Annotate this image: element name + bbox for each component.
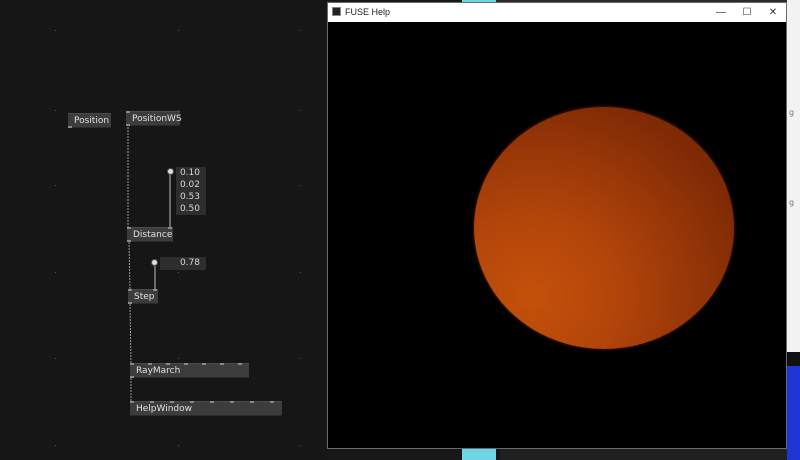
node-distance-label: Distance bbox=[133, 230, 173, 240]
patch-editor-canvas[interactable]: Position PositionWS 0.10 0.02 0.53 0.50 … bbox=[0, 0, 327, 460]
distance-value-4[interactable]: 0.50 bbox=[176, 203, 200, 215]
node-step-label: Step bbox=[134, 292, 155, 302]
background-bottom-strip bbox=[500, 449, 787, 460]
step-value-box[interactable]: 0.78 bbox=[160, 257, 206, 270]
distance-value-3[interactable]: 0.53 bbox=[176, 191, 200, 203]
close-icon[interactable]: ✕ bbox=[760, 3, 786, 22]
window-title: FUSE Help bbox=[345, 7, 391, 17]
distance-value-2[interactable]: 0.02 bbox=[176, 179, 200, 191]
fuse-help-window[interactable]: FUSE Help — ☐ ✕ bbox=[327, 2, 787, 449]
node-position-label: Position bbox=[74, 116, 110, 126]
node-distance[interactable]: Distance bbox=[127, 227, 173, 242]
app-icon bbox=[332, 7, 341, 16]
window-titlebar[interactable]: FUSE Help — ☐ ✕ bbox=[328, 3, 786, 22]
background-blue-block bbox=[787, 366, 800, 460]
maximize-icon[interactable]: ☐ bbox=[734, 3, 760, 22]
node-position-ws[interactable]: PositionWS bbox=[126, 111, 182, 126]
node-step[interactable]: Step bbox=[128, 289, 158, 304]
node-position-ws-label: PositionWS bbox=[132, 114, 182, 124]
node-help-window[interactable]: HelpWindow bbox=[130, 401, 282, 416]
distance-input-knob[interactable] bbox=[167, 168, 174, 175]
node-raymarch[interactable]: RayMarch bbox=[130, 363, 249, 378]
node-raymarch-label: RayMarch bbox=[136, 366, 181, 376]
render-viewport[interactable] bbox=[328, 22, 786, 448]
minimize-icon[interactable]: — bbox=[708, 3, 734, 22]
distance-value-box[interactable]: 0.10 0.02 0.53 0.50 bbox=[176, 167, 206, 215]
step-input-knob[interactable] bbox=[151, 259, 158, 266]
distance-value-1[interactable]: 0.10 bbox=[176, 167, 200, 179]
background-dark-block bbox=[787, 352, 800, 366]
background-accent-bottom bbox=[462, 449, 496, 460]
rendered-sphere bbox=[474, 107, 734, 349]
step-value[interactable]: 0.78 bbox=[180, 258, 200, 268]
node-help-window-label: HelpWindow bbox=[136, 404, 193, 414]
node-position[interactable]: Position bbox=[68, 113, 111, 128]
